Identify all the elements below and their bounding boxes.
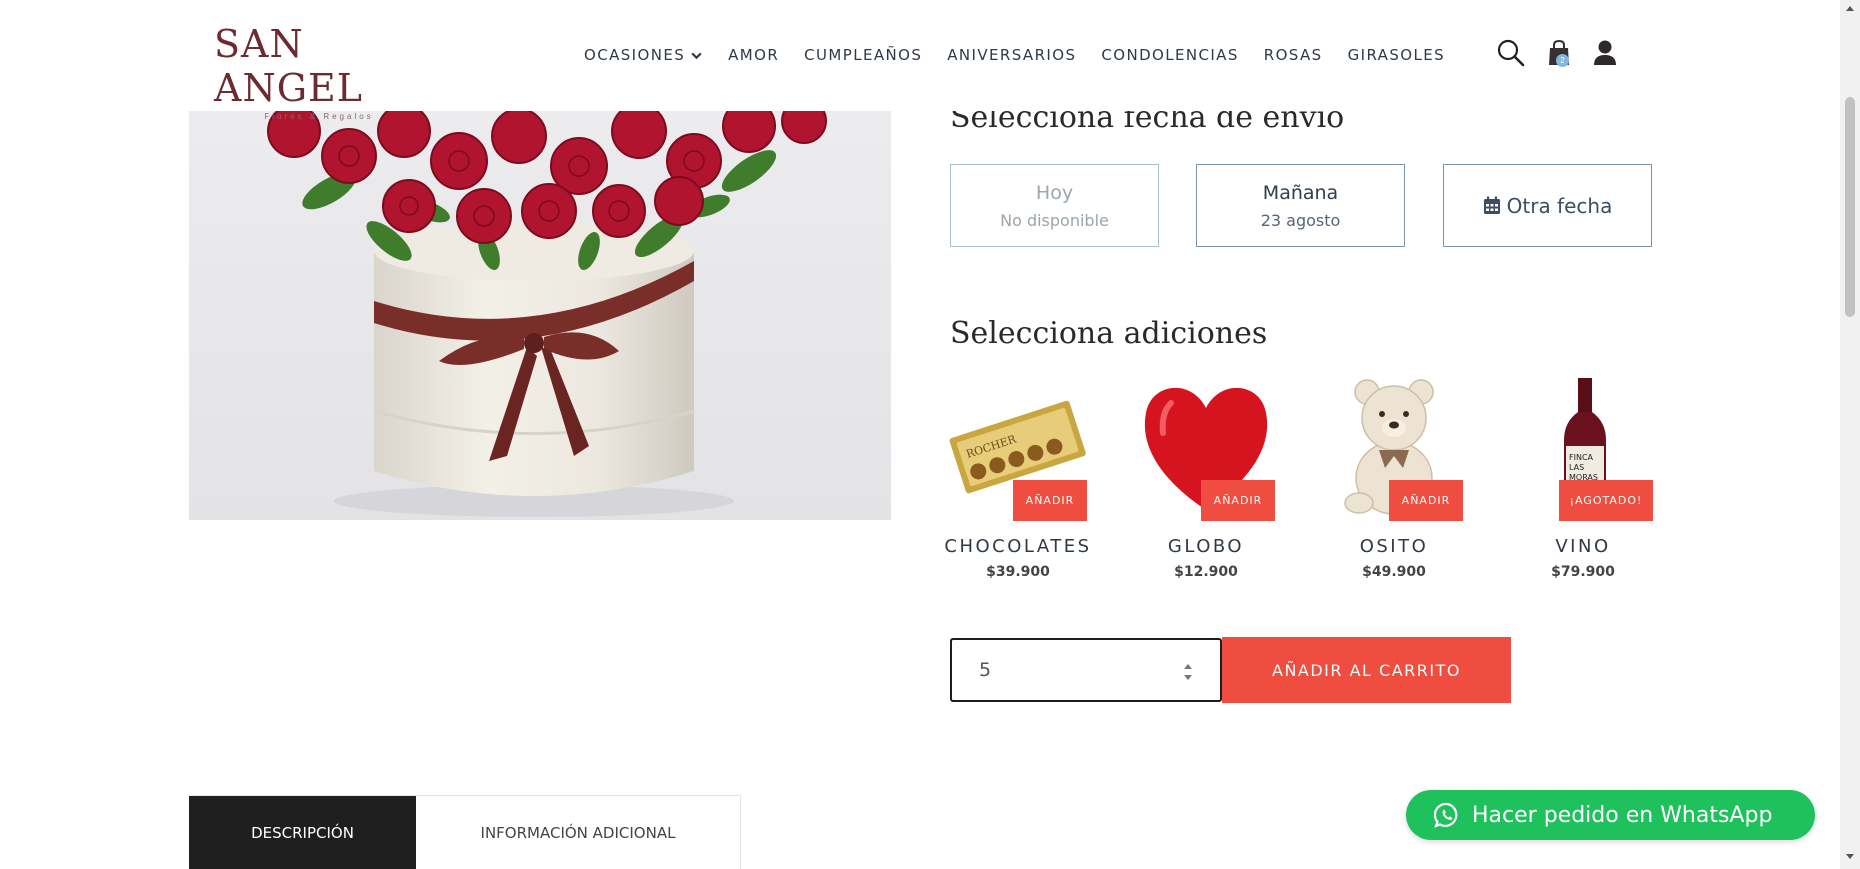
logo-tagline: Flores & Regalos [264, 112, 374, 121]
addon-price: $39.900 [986, 564, 1050, 580]
addon-name: GLOBO [1167, 536, 1245, 557]
nav-item-label: CUMPLEAÑOS [804, 46, 923, 64]
additions-title: Selecciona adiciones [950, 316, 1268, 351]
main-nav: OCASIONES AMOR CUMPLEAÑOS ANIVERSARIOS C… [584, 46, 1470, 64]
tab-informacion-adicional[interactable]: INFORMACIÓN ADICIONAL [416, 796, 741, 869]
product-tabs: DESCRIPCIÓN INFORMACIÓN ADICIONAL [189, 795, 741, 869]
add-chocolates-button[interactable]: AÑADIR [1013, 480, 1087, 521]
stepper-arrows-icon[interactable] [1182, 661, 1194, 683]
nav-item-label: OCASIONES [584, 46, 686, 64]
nav-item-label: AMOR [728, 46, 780, 64]
date-option-other[interactable]: Otra fecha [1443, 164, 1652, 247]
rose-box-illustration [267, 111, 827, 517]
date-option-label: Otra fecha [1506, 193, 1613, 218]
nav-item-label: GIRASOLES [1347, 46, 1446, 64]
scroll-down-arrow-icon[interactable] [1845, 853, 1855, 861]
chevron-down-icon [691, 52, 702, 59]
nav-item-ocasiones[interactable]: OCASIONES [584, 46, 703, 64]
nav-item-label: CONDOLENCIAS [1101, 46, 1239, 64]
sold-out-badge: ¡AGOTADO! [1559, 480, 1653, 521]
search-icon[interactable] [1496, 38, 1526, 68]
whatsapp-label: Hacer pedido en WhatsApp [1472, 802, 1773, 828]
date-option-tomorrow[interactable]: Mañana 23 agosto [1196, 164, 1405, 247]
addon-price: $12.900 [1174, 564, 1238, 580]
nav-item-aniversarios[interactable]: ANIVERSARIOS [947, 46, 1076, 64]
addon-price: $49.900 [1362, 564, 1426, 580]
date-option-status: No disponible [1000, 210, 1109, 230]
tab-descripcion[interactable]: DESCRIPCIÓN [189, 796, 416, 869]
add-globo-button[interactable]: AÑADIR [1201, 480, 1275, 521]
svg-text:LAS: LAS [1569, 463, 1584, 472]
nav-item-rosas[interactable]: ROSAS [1264, 46, 1323, 64]
quantity-stepper[interactable]: 5 [950, 638, 1222, 702]
add-osito-button[interactable]: AÑADIR [1389, 480, 1463, 521]
logo-name: SAN ANGEL [214, 22, 364, 110]
addon-name: VINO [1555, 536, 1611, 557]
addon-price: $79.900 [1551, 564, 1615, 580]
addon-name: CHOCOLATES [944, 536, 1092, 557]
svg-text:FINCA: FINCA [1569, 453, 1594, 462]
logo[interactable]: SAN ANGEL Flores & Regalos [214, 22, 428, 121]
cart-count-badge: 2 [1556, 54, 1569, 67]
add-to-cart-button[interactable]: AÑADIR AL CARRITO [1222, 637, 1511, 703]
cart-icon-wrap[interactable]: 2 [1545, 38, 1575, 68]
addon-name: OSITO [1359, 536, 1429, 557]
addon-vino: FINCA LAS MORAS ¡AGOTADO! VINO $79.900 [1508, 378, 1658, 588]
date-option-today[interactable]: Hoy No disponible [950, 164, 1159, 247]
scroll-thumb[interactable] [1845, 97, 1855, 317]
nav-item-girasoles[interactable]: GIRASOLES [1348, 46, 1445, 64]
user-icon[interactable] [1590, 38, 1620, 68]
calendar-icon [1483, 196, 1500, 214]
whatsapp-icon [1434, 802, 1458, 828]
nav-item-amor[interactable]: AMOR [728, 46, 779, 64]
date-option-label: Hoy [1035, 181, 1074, 204]
scroll-up-arrow-icon[interactable] [1845, 4, 1855, 12]
page-scrollbar[interactable] [1840, 0, 1860, 869]
nav-item-cumpleanos[interactable]: CUMPLEAÑOS [804, 46, 922, 64]
addon-chocolates: ROCHER AÑADIR CHOCOLATES $39.900 [943, 378, 1093, 588]
addon-osito: AÑADIR OSITO $49.900 [1319, 378, 1469, 588]
nav-item-condolencias[interactable]: CONDOLENCIAS [1101, 46, 1238, 64]
site-header: SAN ANGEL Flores & Regalos OCASIONES AMO… [0, 0, 1840, 121]
product-image [189, 111, 891, 520]
nav-item-label: ANIVERSARIOS [947, 46, 1077, 64]
date-option-date: 23 agosto [1260, 210, 1341, 230]
whatsapp-order-button[interactable]: Hacer pedido en WhatsApp [1406, 790, 1815, 840]
addon-globo: AÑADIR GLOBO $12.900 [1131, 378, 1281, 588]
quantity-value: 5 [979, 659, 992, 681]
nav-item-label: ROSAS [1263, 46, 1323, 64]
page: SAN ANGEL Flores & Regalos OCASIONES AMO… [0, 0, 1860, 869]
date-option-label: Mañana [1262, 181, 1339, 204]
